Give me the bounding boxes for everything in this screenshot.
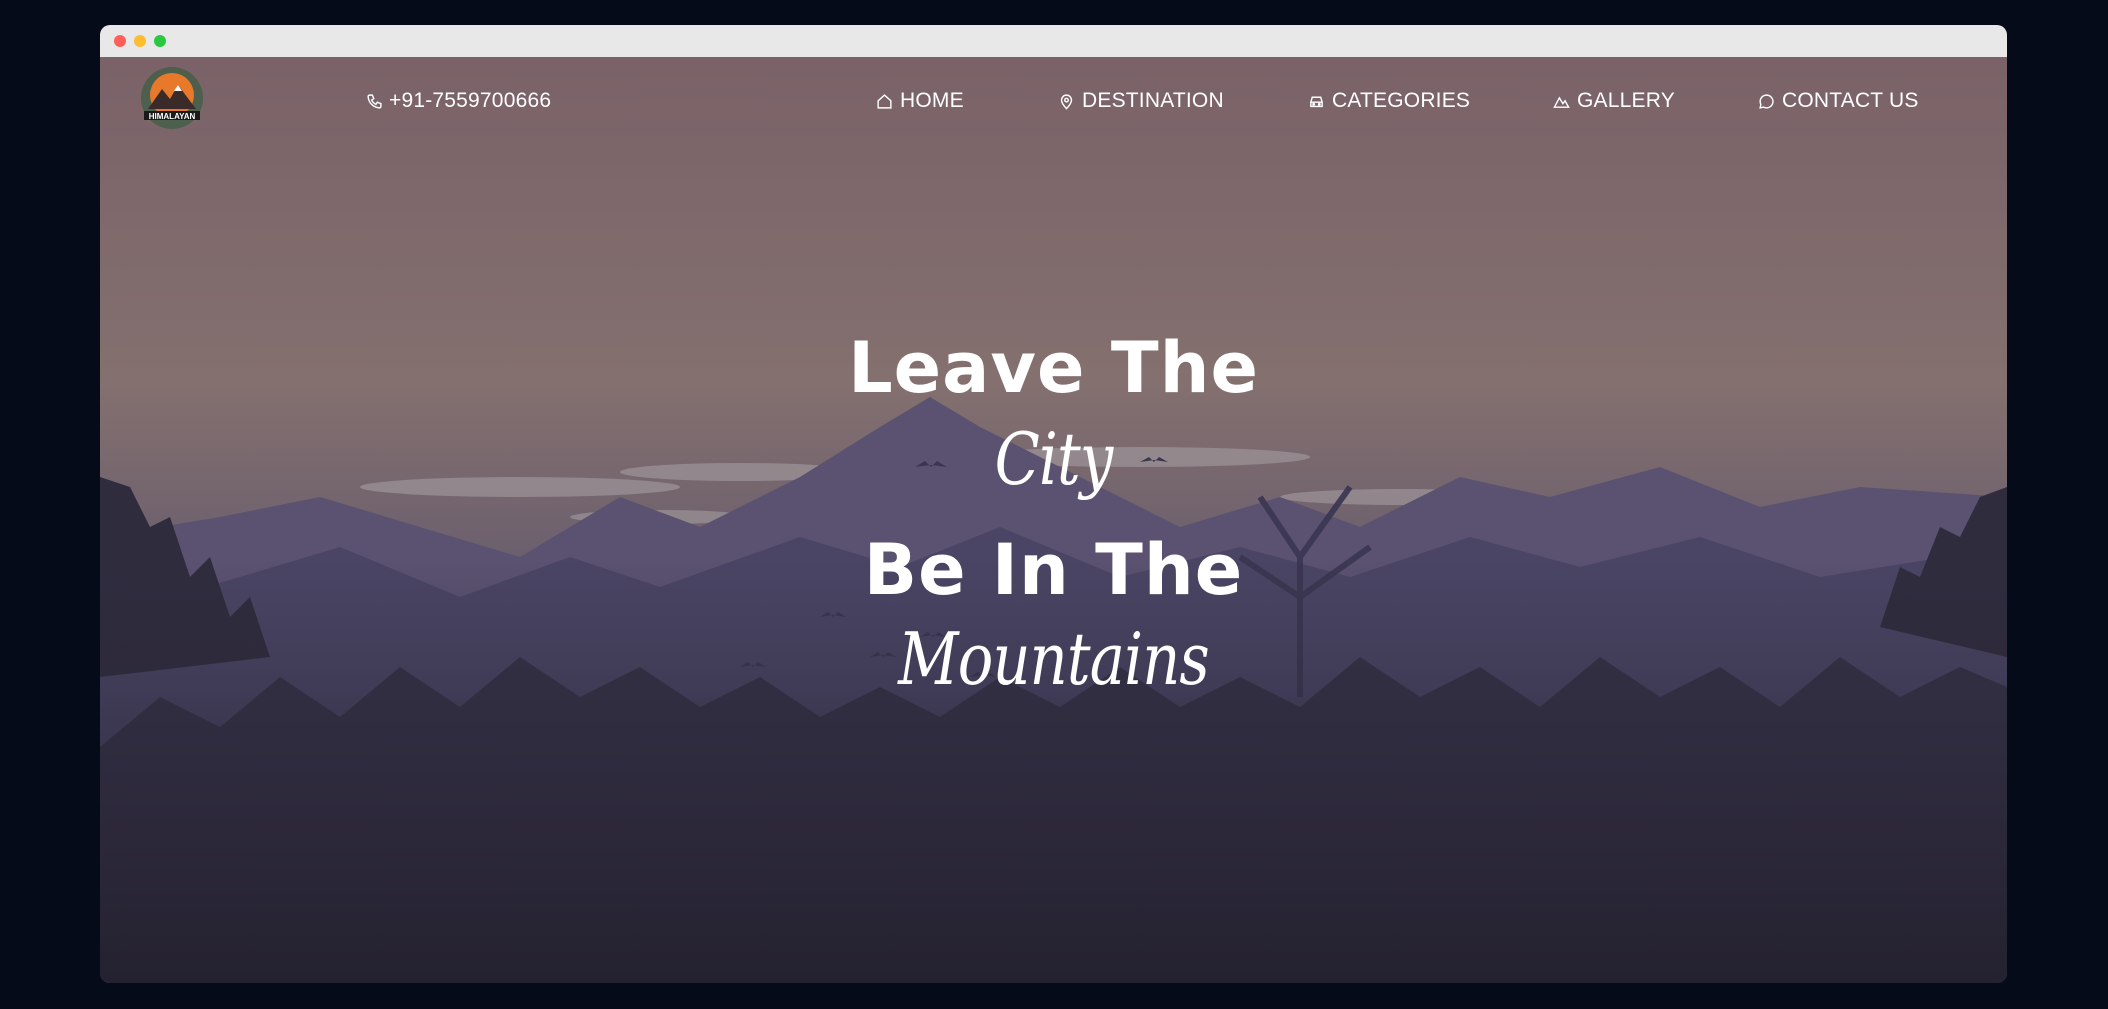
nav-contact-us[interactable]: CONTACT US	[1758, 89, 1919, 113]
brand-logo[interactable]: HIMALAYAN	[134, 65, 210, 131]
nav-destination[interactable]: DESTINATION	[1058, 89, 1224, 113]
maximize-window-button[interactable]	[154, 35, 166, 47]
close-window-button[interactable]	[114, 35, 126, 47]
nav-home-label: HOME	[900, 89, 964, 112]
nav-gallery[interactable]: GALLERY	[1553, 89, 1675, 113]
phone-icon	[367, 93, 382, 109]
hero-line-be-in-the: Be In The	[863, 529, 1244, 611]
phone-number: +91-7559700666	[389, 89, 552, 112]
map-pin-icon	[1060, 93, 1073, 110]
mountain-icon	[1553, 96, 1570, 108]
logo-text: HIMALAYAN	[149, 112, 196, 121]
nav-contact-us-label: CONTACT US	[1782, 89, 1919, 112]
chat-bubble-icon	[1759, 93, 1774, 109]
phone-contact[interactable]: +91-7559700666	[366, 89, 551, 113]
top-navbar: HIMALAYAN +91-7559700666 HOME DESTINATIO…	[100, 57, 2007, 145]
hero-line-city: City	[994, 417, 1114, 501]
nav-categories[interactable]: CATEGORIES	[1308, 89, 1470, 113]
nav-home[interactable]: HOME	[876, 89, 964, 113]
nav-destination-label: DESTINATION	[1082, 89, 1224, 112]
window-titlebar	[100, 25, 2007, 57]
hero-line-leave-the: Leave The	[848, 327, 1259, 409]
browser-window: HIMALAYAN +91-7559700666 HOME DESTINATIO…	[100, 25, 2007, 983]
hero-line-mountains: Mountains	[898, 617, 1210, 701]
home-icon	[877, 93, 892, 109]
hero-section: HIMALAYAN +91-7559700666 HOME DESTINATIO…	[100, 57, 2007, 983]
car-icon	[1310, 96, 1323, 107]
mountain-landscape-background	[100, 57, 2007, 983]
nav-categories-label: CATEGORIES	[1332, 89, 1471, 112]
nav-gallery-label: GALLERY	[1577, 89, 1675, 112]
minimize-window-button[interactable]	[134, 35, 146, 47]
